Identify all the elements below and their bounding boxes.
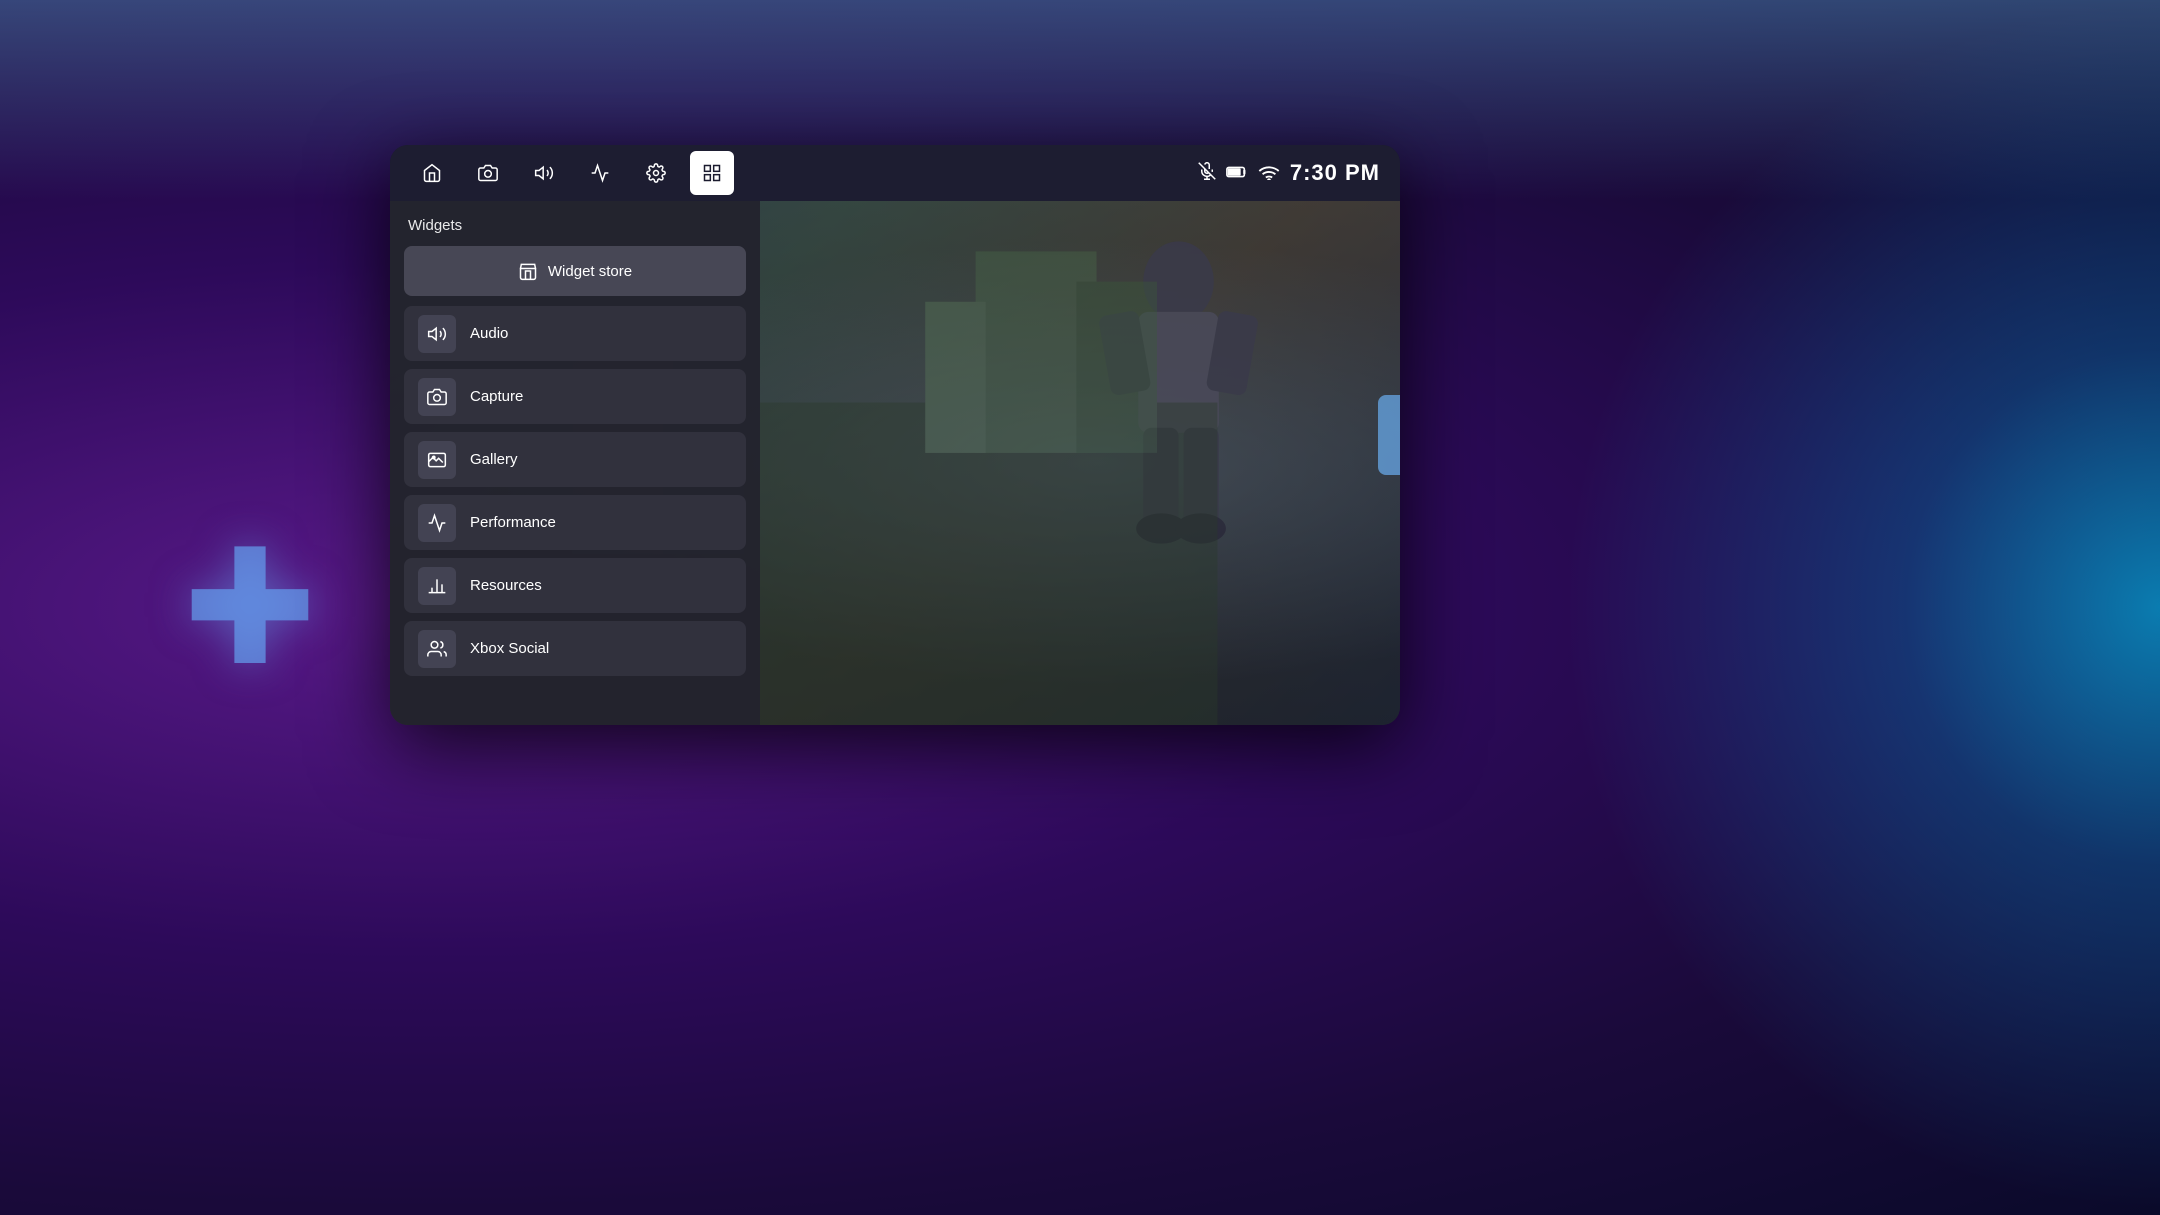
nav-performance-button[interactable] xyxy=(578,151,622,195)
widgets-title: Widgets xyxy=(404,217,746,234)
widget-xbox-social-item[interactable]: Xbox Social xyxy=(404,621,746,676)
widget-gallery-item[interactable]: Gallery xyxy=(404,432,746,487)
widget-store-label: Widget store xyxy=(548,263,632,280)
capture-icon-box xyxy=(418,378,456,416)
device-frame: 7:30 PM Widget xyxy=(390,145,1400,725)
mic-muted-icon xyxy=(1198,162,1216,185)
people-icon xyxy=(427,639,447,659)
time-display: 7:30 PM xyxy=(1290,160,1380,186)
widget-store-button[interactable]: Widget store xyxy=(404,246,746,296)
performance-label: Performance xyxy=(470,514,556,531)
performance-icon-box xyxy=(418,504,456,542)
xbox-social-icon-box xyxy=(418,630,456,668)
camera-icon xyxy=(427,387,447,407)
nav-icons xyxy=(410,151,1198,195)
capture-label: Capture xyxy=(470,388,523,405)
widget-resources-item[interactable]: Resources xyxy=(404,558,746,613)
top-bar: 7:30 PM xyxy=(390,145,1400,201)
nav-camera-button[interactable] xyxy=(466,151,510,195)
xbox-social-label: Xbox Social xyxy=(470,640,549,657)
widget-performance-item[interactable]: Performance xyxy=(404,495,746,550)
widget-capture-item[interactable]: Capture xyxy=(404,369,746,424)
bar-chart-icon xyxy=(427,576,447,596)
nav-home-button[interactable] xyxy=(410,151,454,195)
wifi-icon xyxy=(1258,162,1280,185)
volume-icon xyxy=(427,324,447,344)
gallery-label: Gallery xyxy=(470,451,518,468)
audio-icon-box xyxy=(418,315,456,353)
performance-chart-icon xyxy=(427,513,447,533)
widget-panel: Widgets Widget store Audio xyxy=(390,201,760,725)
audio-label: Audio xyxy=(470,325,508,342)
bg-right-glow xyxy=(1560,0,2160,1215)
status-bar: 7:30 PM xyxy=(1198,160,1380,186)
gallery-icon xyxy=(427,450,447,470)
nav-audio-button[interactable] xyxy=(522,151,566,195)
gallery-icon-box xyxy=(418,441,456,479)
plus-icon: ✚ xyxy=(183,528,317,688)
pull-tab[interactable] xyxy=(1378,395,1400,475)
resources-icon-box xyxy=(418,567,456,605)
resources-label: Resources xyxy=(470,577,542,594)
nav-settings-button[interactable] xyxy=(634,151,678,195)
widget-audio-item[interactable]: Audio xyxy=(404,306,746,361)
battery-icon xyxy=(1226,163,1248,184)
nav-widgets-button[interactable] xyxy=(690,151,734,195)
plus-icon-container: ✚ xyxy=(160,518,340,698)
store-icon xyxy=(518,261,538,281)
